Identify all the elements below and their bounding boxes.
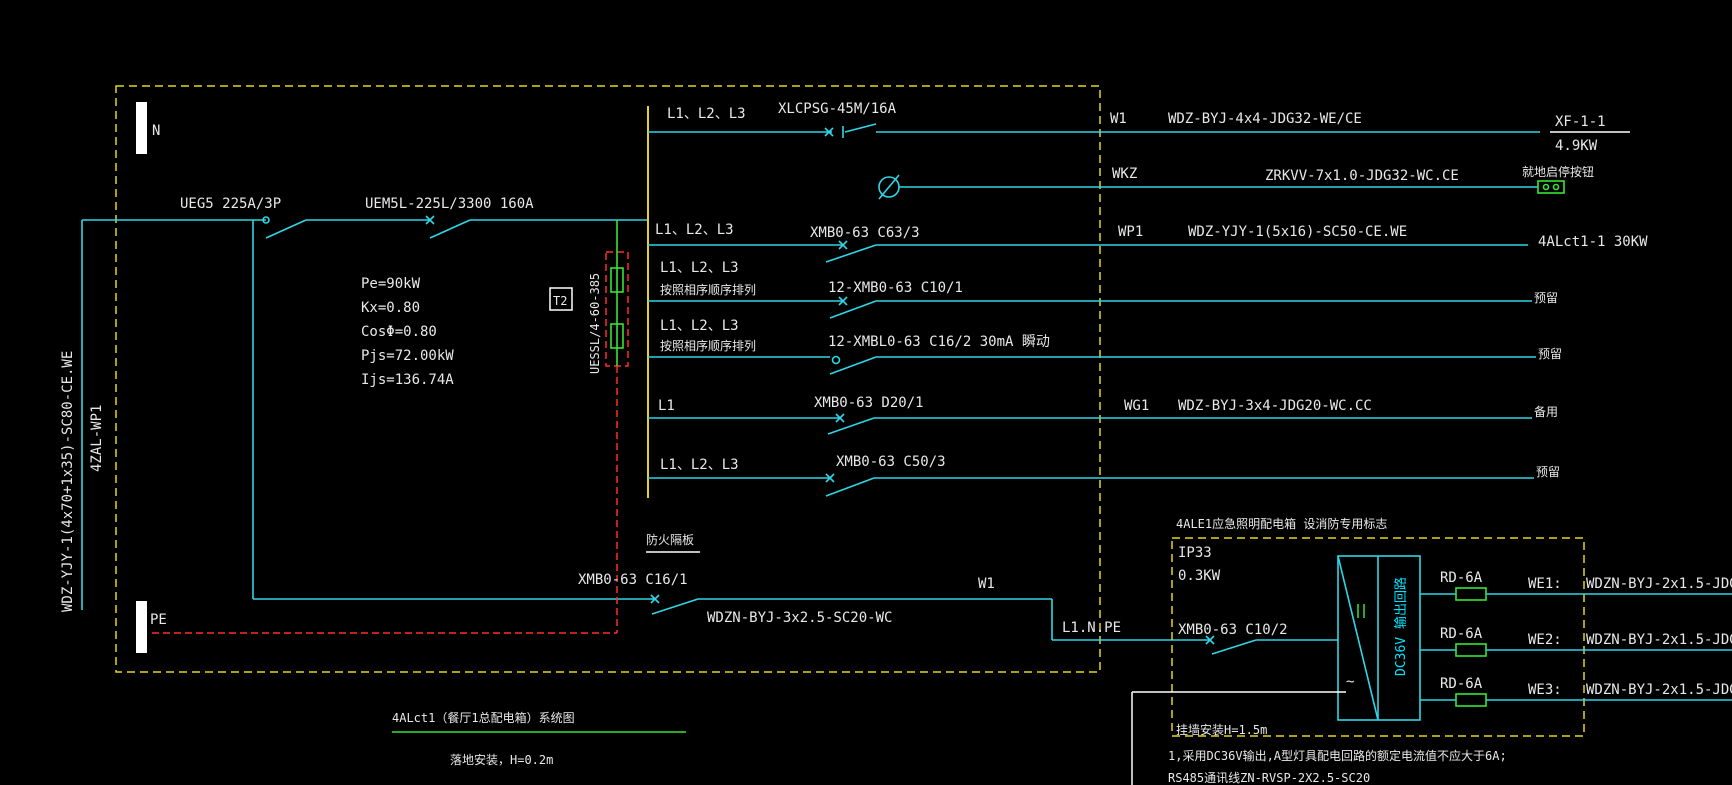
circuit3-id: WP1 <box>1118 224 1143 240</box>
output3-fuse <box>1455 693 1487 707</box>
main-switch-label: UEG5 225A/3P <box>180 196 281 212</box>
calc-ijs: Ijs=136.74A <box>361 372 454 388</box>
circuit2-id: WKZ <box>1112 166 1137 182</box>
circuit6-phase: L1 <box>658 398 675 414</box>
emergency-box-breaker-blade <box>1211 639 1257 655</box>
emergency-box-mount: 挂墙安装H=1.5m <box>1176 722 1267 737</box>
emergency-box-note1: 1,采用DC36V输出,A型灯具配电回路的额定电流值不应大于6A; <box>1168 748 1507 763</box>
circuit1-dest: XF-1-1 <box>1555 114 1606 130</box>
output1-cable: WDZN-BYJ-2x1.5-JDG20 <box>1586 576 1732 592</box>
circuit2-dest: 就地启停按钮 <box>1522 164 1594 179</box>
pe-bar <box>136 601 147 653</box>
calc-kx: Kx=0.80 <box>361 300 420 316</box>
circuit1-phase: L1、L2、L3 <box>667 106 746 122</box>
electrical-system-diagram: N PE WDZ-YJY-1(4x70+1x35)-SC80-CE.WE 4ZA… <box>60 85 1732 785</box>
emergency-box-breaker: XMB0-63 C10/2 <box>1178 622 1288 638</box>
circuit3-dest: 4ALct1-1 30KW <box>1538 234 1648 250</box>
neutral-bar <box>136 102 147 154</box>
circuit2-control-slash <box>878 174 900 200</box>
circuit5-device: 12-XMBL0-63 C16/2 30mA 瞬动 <box>828 334 1050 350</box>
emergency-box-note2: RS485通讯线ZN-RVSP-2X2.5-SC20 <box>1168 771 1370 785</box>
incoming-feeder-id: 4ZAL-WP1 <box>89 405 105 472</box>
emergency-feed-breaker-blade <box>651 598 699 615</box>
incoming-cable-label: WDZ-YJY-1(4x70+1x35)-SC80-CE.WE <box>60 351 76 612</box>
converter-diagonal <box>1337 555 1379 721</box>
pe-label: PE <box>150 612 167 628</box>
neutral-label: N <box>152 123 160 139</box>
emergency-box-ip: IP33 <box>1178 545 1212 561</box>
circuit1-breaker-blade <box>844 123 877 133</box>
circuit4-device: 12-XMB0-63 C10/1 <box>828 280 963 296</box>
converter-ac-mark: ~ <box>1346 674 1354 690</box>
calc-pe: Pe=90kW <box>361 276 421 292</box>
output2-cable: WDZN-BYJ-2x1.5-JDG20 <box>1586 632 1732 648</box>
output3-id: WE3: <box>1528 682 1562 698</box>
circuit5-phase-note: 按照相序顺序排列 <box>660 338 756 353</box>
circuit1-cable: WDZ-BYJ-4x4-JDG32-WE/CE <box>1168 111 1362 127</box>
emergency-feed-cable: WDZN-BYJ-3x2.5-SC20-WC <box>707 610 892 626</box>
output2-id: WE2: <box>1528 632 1562 648</box>
circuit6-breaker-blade <box>827 417 875 435</box>
circuit3-phase: L1、L2、L3 <box>655 222 734 238</box>
circuit1-device: XLCPSG-45M/16A <box>778 101 897 117</box>
circuit2-button-symbol <box>1537 180 1565 194</box>
output2-fuse <box>1455 643 1487 657</box>
main-breaker-label: UEM5L-225L/3300 160A <box>365 196 534 212</box>
circuit2-cable: ZRKVV-7x1.0-JDG32-WC.CE <box>1265 168 1459 184</box>
circuit6-cable: WDZ-BYJ-3x4-JDG20-WC.CC <box>1178 398 1372 414</box>
diagram-caption-title: 4ALct1（餐厅1总配电箱）系统图 <box>392 710 575 725</box>
converter-dc-mark <box>1357 604 1365 618</box>
circuit5-rcd-symbol <box>831 355 841 365</box>
circuit4-dest: 预留 <box>1534 291 1558 305</box>
output2-fuse-label: RD-6A <box>1440 626 1483 642</box>
circuit7-phase: L1、L2、L3 <box>660 457 739 473</box>
spd-model-label: UESSL/4-60-385 <box>588 273 602 374</box>
circuit7-device: XMB0-63 C50/3 <box>836 454 946 470</box>
spd-type-label: T2 <box>553 294 567 308</box>
circuit7-dest: 预留 <box>1536 465 1560 479</box>
output3-fuse-label: RD-6A <box>1440 676 1483 692</box>
diagram-caption-install: 落地安装，H=0.2m <box>450 752 553 767</box>
circuit1-power: 4.9KW <box>1555 138 1598 154</box>
circuit2-button-dot-a <box>1542 183 1550 191</box>
calc-pjs: Pjs=72.00kW <box>361 348 454 364</box>
fire-cabinet-label: 防火隔板 <box>646 532 694 547</box>
output1-fuse-label: RD-6A <box>1440 570 1483 586</box>
emergency-box-title: 4ALE1应急照明配电箱 设消防专用标志 <box>1176 516 1387 531</box>
output1-id: WE1: <box>1528 576 1562 592</box>
circuit4-phase-note: 按照相序顺序排列 <box>660 282 756 297</box>
output1-fuse <box>1455 587 1487 601</box>
output3-cable: WDZN-BYJ-2x1.5-JDG20 <box>1586 682 1732 698</box>
circuit5-dest: 预留 <box>1538 347 1562 361</box>
circuit6-dest: 备用 <box>1534 405 1558 419</box>
circuit3-breaker-blade <box>825 244 877 263</box>
converter-label: DC36V 输出回路 <box>1393 577 1409 676</box>
circuit1-id: W1 <box>1110 111 1127 127</box>
circuit5-phase: L1、L2、L3 <box>660 318 739 334</box>
circuit2-button-dot-b <box>1552 183 1560 191</box>
circuit6-device: XMB0-63 D20/1 <box>814 395 924 411</box>
emergency-feed-terminal: L1.N.PE <box>1062 620 1121 636</box>
main-breaker-blade <box>429 219 471 239</box>
emergency-box-power: 0.3KW <box>1178 568 1221 584</box>
emergency-feed-id: W1 <box>978 576 995 592</box>
calc-cos: CosΦ=0.80 <box>361 324 437 340</box>
circuit4-phase: L1、L2、L3 <box>660 260 739 276</box>
circuit6-id: WG1 <box>1124 398 1149 414</box>
circuit3-cable: WDZ-YJY-1(5x16)-SC50-CE.WE <box>1188 224 1407 240</box>
emergency-feed-device: XMB0-63 C16/1 <box>578 572 688 588</box>
circuit5-breaker-blade <box>829 356 877 375</box>
circuit3-device: XMB0-63 C63/3 <box>810 225 920 241</box>
circuit4-breaker-blade <box>829 300 877 319</box>
main-switch-blade <box>265 219 307 239</box>
